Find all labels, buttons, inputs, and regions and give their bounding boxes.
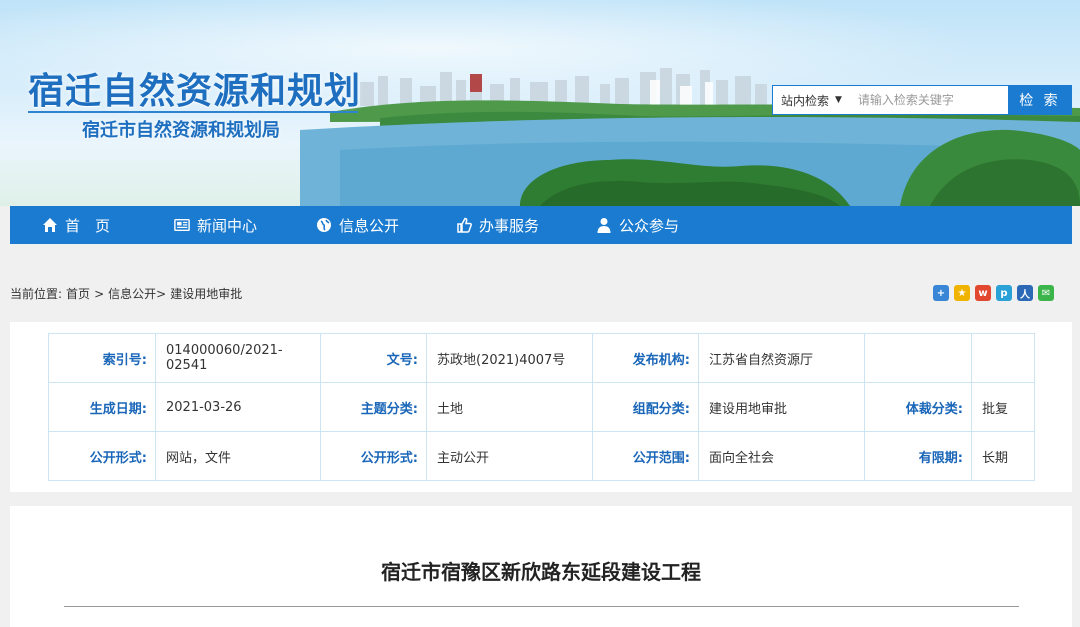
meta-key: 发布机构: bbox=[592, 333, 699, 383]
meta-value: 网站，文件 bbox=[155, 431, 321, 481]
meta-value: 长期 bbox=[971, 431, 1035, 481]
meta-key: 组配分类: bbox=[592, 382, 699, 432]
globe-icon bbox=[316, 217, 332, 233]
nav-item-label: 公众参与 bbox=[619, 216, 680, 235]
article-title: 宿迁市宿豫区新欣路东延段建设工程 bbox=[381, 560, 701, 584]
share-toolbar: + ★ w p 人 ✉ bbox=[933, 285, 1054, 301]
meta-key: 公开形式: bbox=[48, 431, 156, 481]
table-row: 公开形式: 网站，文件 公开形式: 主动公开 公开范围: 面向全社会 有限期: … bbox=[48, 431, 1035, 481]
nav-item-participation[interactable]: 公众参与 bbox=[596, 206, 704, 244]
meta-value: 江苏省自然资源厅 bbox=[698, 333, 865, 383]
chevron-down-icon: ▼ bbox=[835, 95, 842, 105]
meta-key: 体裁分类: bbox=[864, 382, 972, 432]
nav-item-label: 首 页 bbox=[65, 216, 111, 235]
search-scope-select[interactable]: 站内检索 ▼ bbox=[773, 86, 850, 114]
weibo-icon[interactable]: w bbox=[975, 285, 991, 301]
plus-share-icon[interactable]: + bbox=[933, 285, 949, 301]
search-box: 站内检索 ▼ 检 索 bbox=[772, 85, 1072, 115]
site-subtitle: 宿迁市自然资源和规划局 bbox=[82, 120, 280, 141]
wechat-icon[interactable]: ✉ bbox=[1038, 285, 1054, 301]
meta-key: 公开形式: bbox=[320, 431, 427, 481]
meta-value bbox=[971, 333, 1035, 383]
meta-value: 批复 bbox=[971, 382, 1035, 432]
search-button[interactable]: 检 索 bbox=[1007, 85, 1072, 115]
meta-card: 索引号: 014000060/2021-02541 文号: 苏政地(2021)4… bbox=[10, 322, 1072, 492]
tencent-weibo-icon[interactable]: p bbox=[996, 285, 1012, 301]
thumbs-up-icon bbox=[456, 217, 472, 233]
renren-icon[interactable]: 人 bbox=[1017, 285, 1033, 301]
table-row: 生成日期: 2021-03-26 主题分类: 土地 组配分类: 建设用地审批 体… bbox=[48, 382, 1035, 432]
main-nav: 首 页 新闻中心 信息公开 办事服务 公众参与 bbox=[10, 206, 1072, 244]
nav-item-services[interactable]: 办事服务 bbox=[456, 206, 564, 244]
meta-key bbox=[864, 333, 972, 383]
nav-item-label: 办事服务 bbox=[479, 216, 540, 235]
site-title: 宿迁自然资源和规划 bbox=[28, 71, 362, 112]
meta-key: 公开范围: bbox=[592, 431, 699, 481]
search-input[interactable] bbox=[849, 86, 1008, 114]
breadcrumb-info-link[interactable]: 信息公开> bbox=[108, 285, 166, 302]
meta-value: 014000060/2021-02541 bbox=[155, 333, 321, 383]
meta-value: 苏政地(2021)4007号 bbox=[426, 333, 593, 383]
breadcrumb-separator: > bbox=[94, 286, 105, 301]
search-scope-label: 站内检索 bbox=[780, 93, 829, 108]
nav-item-label: 新闻中心 bbox=[197, 216, 258, 235]
meta-value: 建设用地审批 bbox=[698, 382, 865, 432]
breadcrumb: 当前位置: 首页 > 信息公开> 建设用地审批 bbox=[10, 285, 242, 302]
newspaper-icon bbox=[174, 217, 190, 233]
meta-key: 有限期: bbox=[864, 431, 972, 481]
nav-item-info[interactable]: 信息公开 bbox=[316, 206, 424, 244]
meta-value: 2021-03-26 bbox=[155, 382, 321, 432]
meta-key: 索引号: bbox=[48, 333, 156, 383]
title-divider bbox=[28, 111, 358, 113]
qzone-icon[interactable]: ★ bbox=[954, 285, 970, 301]
article-panel: 宿迁市宿豫区新欣路东延段建设工程 bbox=[10, 506, 1072, 627]
nav-item-home[interactable]: 首 页 bbox=[42, 206, 142, 244]
table-row: 索引号: 014000060/2021-02541 文号: 苏政地(2021)4… bbox=[48, 333, 1035, 383]
meta-value: 土地 bbox=[426, 382, 593, 432]
meta-value: 面向全社会 bbox=[698, 431, 865, 481]
meta-table: 索引号: 014000060/2021-02541 文号: 苏政地(2021)4… bbox=[48, 333, 1035, 481]
article-divider bbox=[64, 606, 1019, 607]
breadcrumb-current[interactable]: 建设用地审批 bbox=[170, 285, 242, 302]
meta-key: 主题分类: bbox=[320, 382, 427, 432]
meta-key: 生成日期: bbox=[48, 382, 156, 432]
meta-key: 文号: bbox=[320, 333, 427, 383]
meta-value: 主动公开 bbox=[426, 431, 593, 481]
breadcrumb-home-link[interactable]: 首页 bbox=[66, 285, 90, 302]
breadcrumb-prefix: 当前位置: bbox=[10, 287, 63, 301]
header-banner: 宿迁自然资源和规划 宿迁市自然资源和规划局 站内检索 ▼ 检 索 bbox=[0, 0, 1080, 206]
nav-item-label: 信息公开 bbox=[339, 216, 400, 235]
nav-item-news[interactable]: 新闻中心 bbox=[174, 206, 284, 244]
user-icon bbox=[596, 217, 612, 233]
home-icon bbox=[42, 217, 58, 233]
